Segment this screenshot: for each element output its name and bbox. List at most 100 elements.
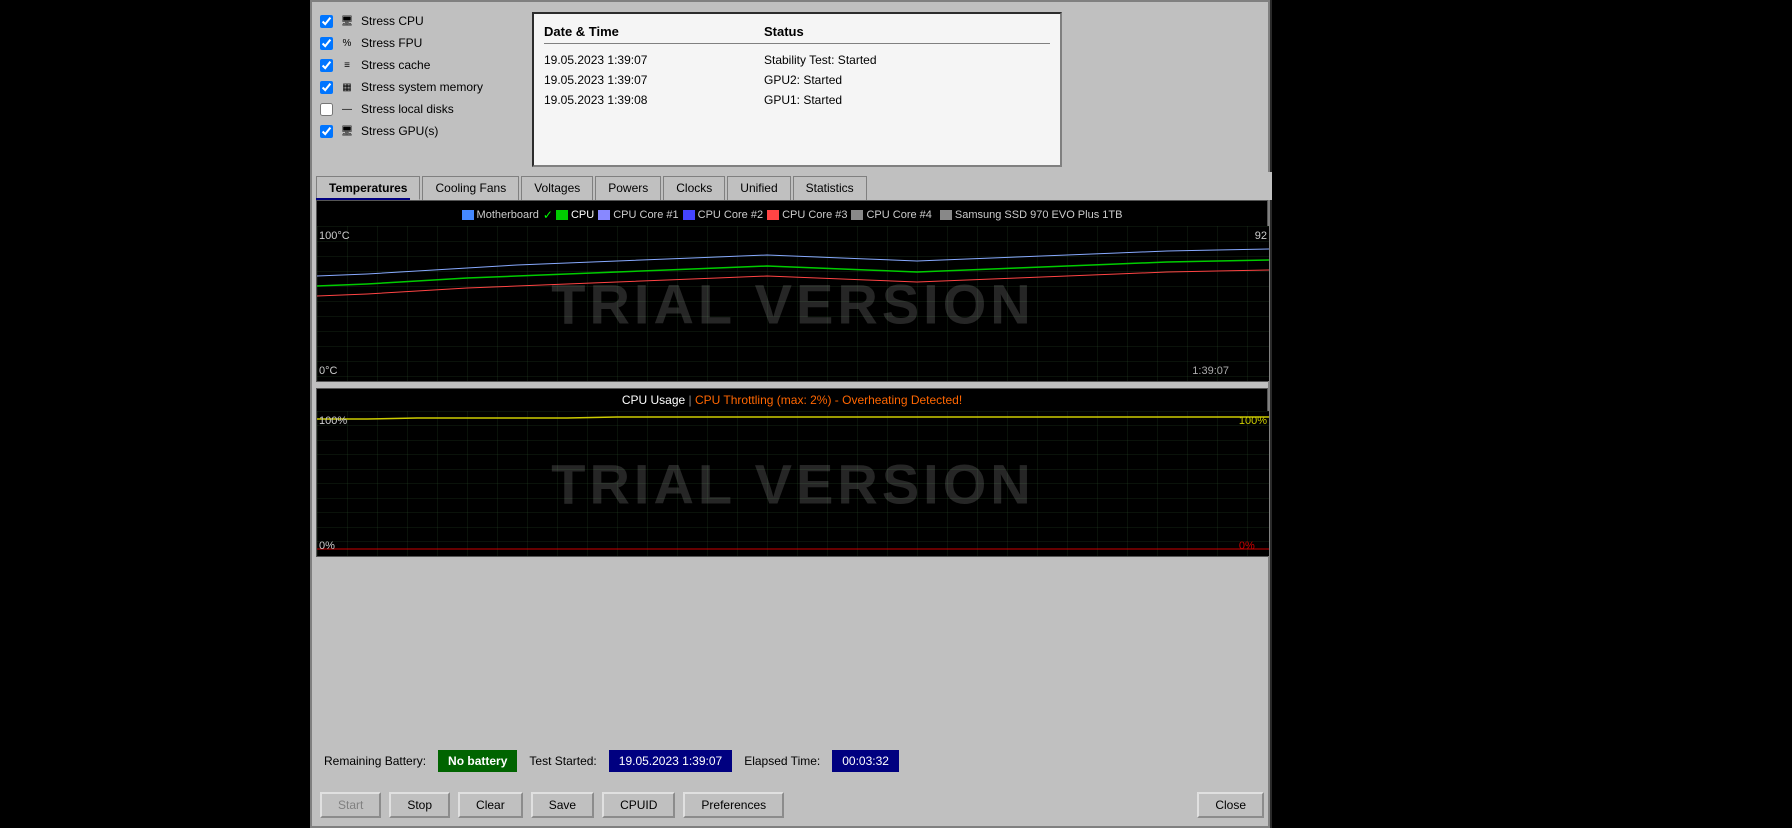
cpu-y-right-min: 0% [1239, 540, 1267, 552]
legend-core2: CPU Core #2 [683, 209, 763, 221]
elapsed-time-value: 00:03:32 [832, 750, 899, 772]
stress-disks-checkbox[interactable] [320, 103, 333, 116]
stress-gpus-checkbox[interactable] [320, 125, 333, 138]
stress-cpu-item[interactable]: 🖥 Stress CPU [316, 10, 528, 32]
stress-memory-item[interactable]: ▦ Stress system memory [316, 76, 528, 98]
stress-cpu-checkbox[interactable] [320, 15, 333, 28]
stress-gpus-label: Stress GPU(s) [361, 124, 438, 138]
temp-chart-legend: Motherboard ✓ CPU CPU Core #1 CPU Core #… [317, 201, 1267, 226]
legend-label-motherboard: Motherboard [477, 209, 539, 221]
status-datetime-3: 19.05.2023 1:39:08 [544, 93, 764, 107]
cpu-chart-grid [317, 411, 1269, 556]
legend-check-cpu: ✓ [543, 208, 553, 222]
temp-chart-y-left: 100°C 0°C [319, 226, 350, 381]
stress-fpu-label: Stress FPU [361, 36, 422, 50]
memory-icon: ▦ [339, 79, 355, 95]
status-text-2: GPU2: Started [764, 73, 1050, 87]
temp-chart-canvas: 100°C 0°C 92 TRIAL VERSION 1:39:07 [317, 226, 1269, 381]
legend-label-core2: CPU Core #2 [698, 209, 763, 221]
status-row-3: 19.05.2023 1:39:08 GPU1: Started [544, 90, 1050, 110]
temp-chart-grid [317, 226, 1269, 381]
bottom-status-bar: Remaining Battery: No battery Test Start… [316, 744, 1268, 778]
cpu-usage-label: CPU Usage [622, 393, 685, 407]
clear-button[interactable]: Clear [458, 792, 523, 818]
stress-disks-item[interactable]: — Stress local disks [316, 98, 528, 120]
close-button[interactable]: Close [1197, 792, 1264, 818]
app-window: 🖥 Stress CPU % Stress FPU ≡ Stress cache… [310, 0, 1270, 828]
preferences-button[interactable]: Preferences [683, 792, 784, 818]
datetime-header: Date & Time [544, 24, 764, 39]
stress-cache-checkbox[interactable] [320, 59, 333, 72]
battery-label: Remaining Battery: [324, 754, 426, 768]
cpuid-button[interactable]: CPUID [602, 792, 675, 818]
cpu-throttling-label: CPU Throttling (max: 2%) - Overheating D… [695, 393, 962, 407]
legend-label-core4: CPU Core #4 [866, 209, 931, 221]
stress-fpu-item[interactable]: % Stress FPU [316, 32, 528, 54]
charts-area: Motherboard ✓ CPU CPU Core #1 CPU Core #… [316, 200, 1268, 563]
cpu-icon: 🖥 [339, 13, 355, 29]
start-button[interactable]: Start [320, 792, 381, 818]
elapsed-time-label: Elapsed Time: [744, 754, 820, 768]
stress-gpus-item[interactable]: 🖥 Stress GPU(s) [316, 120, 528, 142]
legend-color-core4 [851, 210, 863, 220]
legend-ssd: Samsung SSD 970 EVO Plus 1TB [940, 209, 1123, 221]
status-text-3: GPU1: Started [764, 93, 1050, 107]
tab-powers[interactable]: Powers [595, 176, 661, 200]
legend-color-cpu [556, 210, 568, 220]
save-button[interactable]: Save [531, 792, 594, 818]
cpu-chart-y-left: 100% 0% [319, 411, 347, 556]
legend-color-motherboard [462, 210, 474, 220]
tab-voltages[interactable]: Voltages [521, 176, 593, 200]
cpu-chart-header: CPU Usage | CPU Throttling (max: 2%) - O… [317, 389, 1267, 411]
tab-cooling-fans[interactable]: Cooling Fans [422, 176, 519, 200]
legend-label-core1: CPU Core #1 [613, 209, 678, 221]
tab-unified[interactable]: Unified [727, 176, 790, 200]
fpu-icon: % [339, 35, 355, 51]
stress-cache-label: Stress cache [361, 58, 430, 72]
legend-label-core3: CPU Core #3 [782, 209, 847, 221]
legend-color-ssd [940, 210, 952, 220]
status-row-1: 19.05.2023 1:39:07 Stability Test: Start… [544, 50, 1050, 70]
tabs-bar: Temperatures Cooling Fans Voltages Power… [312, 172, 1272, 200]
status-panel: Date & Time Status 19.05.2023 1:39:07 St… [532, 12, 1062, 167]
button-bar: Start Stop Clear Save CPUID Preferences … [316, 792, 1268, 818]
disk-icon: — [339, 101, 355, 117]
cpu-usage-chart: CPU Usage | CPU Throttling (max: 2%) - O… [316, 388, 1268, 557]
test-started-label: Test Started: [529, 754, 596, 768]
cpu-chart-canvas: 100% 0% 100% 0% TRIAL VERSION [317, 411, 1269, 556]
stop-button[interactable]: Stop [389, 792, 450, 818]
temp-y-right-max: 92 [1255, 230, 1267, 242]
legend-label-ssd: Samsung SSD 970 EVO Plus 1TB [955, 209, 1123, 221]
temperature-chart: Motherboard ✓ CPU CPU Core #1 CPU Core #… [316, 200, 1268, 382]
legend-core3: CPU Core #3 [767, 209, 847, 221]
status-datetime-2: 19.05.2023 1:39:07 [544, 73, 764, 87]
status-datetime-1: 19.05.2023 1:39:07 [544, 53, 764, 67]
legend-label-cpu: CPU [571, 209, 594, 221]
stress-cache-item[interactable]: ≡ Stress cache [316, 54, 528, 76]
legend-color-core3 [767, 210, 779, 220]
tab-temperatures[interactable]: Temperatures [316, 176, 420, 200]
test-started-value: 19.05.2023 1:39:07 [609, 750, 732, 772]
tab-statistics[interactable]: Statistics [793, 176, 867, 200]
temp-chart-y-right: 92 [1255, 226, 1267, 381]
status-header: Date & Time Status [544, 24, 1050, 44]
stress-memory-checkbox[interactable] [320, 81, 333, 94]
cpu-y-left-max: 100% [319, 415, 347, 427]
stress-fpu-checkbox[interactable] [320, 37, 333, 50]
status-text-1: Stability Test: Started [764, 53, 1050, 67]
cpu-y-right-max: 100% [1239, 415, 1267, 427]
cpu-y-left-min: 0% [319, 540, 347, 552]
gpu-icon: 🖥 [339, 123, 355, 139]
stress-memory-label: Stress system memory [361, 80, 483, 94]
legend-core1: CPU Core #1 [598, 209, 678, 221]
tab-clocks[interactable]: Clocks [663, 176, 725, 200]
legend-cpu: ✓ CPU [543, 208, 594, 222]
temp-y-min: 0°C [319, 365, 350, 377]
temp-y-max: 100°C [319, 230, 350, 242]
temp-chart-time: 1:39:07 [1192, 365, 1229, 377]
legend-color-core1 [598, 210, 610, 220]
battery-value: No battery [438, 750, 517, 772]
cache-icon: ≡ [339, 57, 355, 73]
legend-color-core2 [683, 210, 695, 220]
status-header-label: Status [764, 24, 1050, 39]
